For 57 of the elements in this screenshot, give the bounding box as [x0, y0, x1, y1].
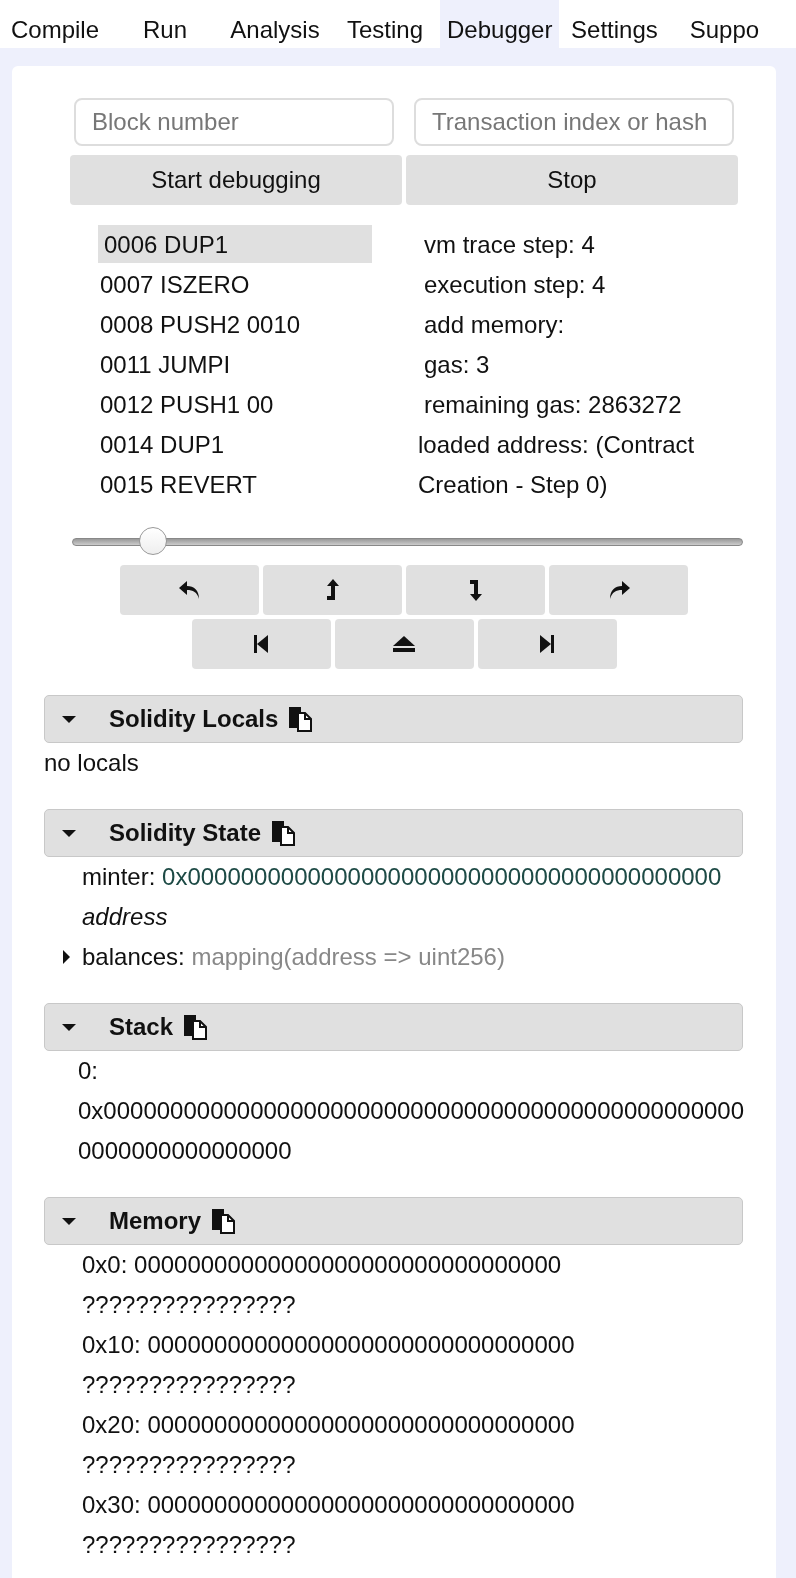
- copy-icon[interactable]: [271, 820, 296, 846]
- step-slider[interactable]: [72, 527, 743, 557]
- copy-icon[interactable]: [288, 706, 313, 732]
- memory-text: 0x0: 00000000000000000000000000000000: [82, 1250, 563, 1280]
- section-title: Solidity Locals: [109, 705, 279, 733]
- tab[interactable]: Debugger: [440, 0, 560, 48]
- memory-text: 0x10: 00000000000000000000000000000000: [82, 1330, 576, 1360]
- section-text: no locals: [44, 748, 140, 778]
- block-number-field[interactable]: Block number: [74, 98, 394, 146]
- instruction-item[interactable]: 0014 DUP1: [98, 425, 372, 465]
- section-header[interactable]: Memory: [44, 1197, 743, 1245]
- variable-type: address: [82, 903, 168, 930]
- step-info-text: execution step: 4: [423, 270, 607, 300]
- memory-ascii-text: ????????????????: [82, 1450, 297, 1480]
- bent-down-arrow-icon: [467, 578, 484, 602]
- variable-name: balances:: [82, 942, 185, 972]
- step-info-text: remaining gas: 2863272: [423, 390, 683, 420]
- debug-button[interactable]: Start debugging: [70, 155, 402, 205]
- section-header[interactable]: Solidity Locals: [44, 695, 743, 743]
- debug-button[interactable]: Stop: [406, 155, 738, 205]
- instruction-item[interactable]: 0011 JUMPI: [98, 345, 372, 385]
- instruction-item[interactable]: 0006 DUP1: [98, 225, 372, 263]
- copy-icon[interactable]: [183, 1014, 208, 1040]
- instruction-item[interactable]: 0012 PUSH1 00: [98, 385, 372, 425]
- step-info-text: gas: 3: [423, 350, 491, 380]
- step-info-text: loaded address: (Contract Creation - Step 0): [418, 430, 696, 500]
- section-header[interactable]: Stack: [44, 1003, 743, 1051]
- section-header[interactable]: Solidity State: [44, 809, 743, 857]
- eject-icon: [392, 635, 416, 653]
- copy-icon[interactable]: [211, 1208, 236, 1234]
- instruction-item[interactable]: 0008 PUSH2 0010: [98, 305, 372, 345]
- step-info-text: add memory:: [423, 310, 566, 340]
- variable-value: 0x0000000000000000000000000000000000000000: [162, 863, 722, 890]
- stack-text: 0000000000000000: [78, 1136, 293, 1166]
- skip-forward-icon: [539, 634, 555, 654]
- instruction-item[interactable]: 0007 ISZERO: [98, 265, 372, 305]
- memory-text: 0x30: 00000000000000000000000000000000: [82, 1490, 576, 1520]
- slider-thumb[interactable]: [138, 527, 167, 555]
- stack-text: 0x000000000000000000000000000000000000000000000000: [78, 1096, 743, 1126]
- transaction-field[interactable]: Transaction index or hash: [414, 98, 734, 146]
- variable-name: minter:: [82, 863, 156, 890]
- step-button[interactable]: [477, 619, 617, 669]
- instruction-item[interactable]: 0015 REVERT: [98, 465, 372, 505]
- bent-up-arrow-icon: [324, 578, 341, 602]
- step-button[interactable]: [334, 619, 474, 669]
- memory-ascii-text: ????????????????: [82, 1290, 297, 1320]
- skip-back-icon: [253, 634, 269, 654]
- memory-ascii-text: ????????????????: [82, 1370, 297, 1400]
- step-button[interactable]: [191, 619, 331, 669]
- memory-text: 0x20: 00000000000000000000000000000000: [82, 1410, 576, 1440]
- step-info-text: vm trace step: 4: [423, 230, 596, 260]
- memory-ascii-text: ????????????????: [82, 1530, 297, 1560]
- section-title: Stack: [109, 1013, 174, 1041]
- stack-text: 0:: [78, 1056, 99, 1086]
- variable-type: mapping(address => uint256): [191, 942, 505, 972]
- section-title: Solidity State: [109, 819, 262, 847]
- section-title: Memory: [109, 1207, 202, 1235]
